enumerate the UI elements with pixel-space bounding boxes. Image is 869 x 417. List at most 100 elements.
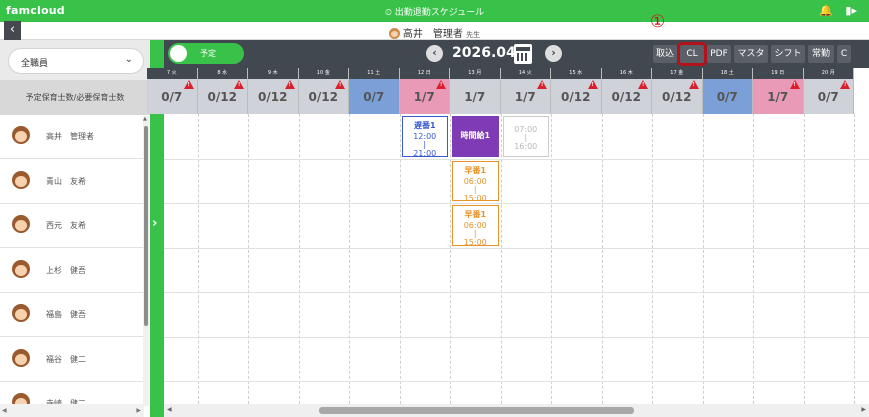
staff-row[interactable]: 福島 健吾 [0, 293, 144, 337]
staff-scrollbar[interactable]: ▲ [143, 116, 149, 406]
warning-icon [335, 80, 345, 89]
staff-row[interactable]: 西元 友希 [0, 204, 144, 248]
shift-end-time: 21:00 [413, 149, 437, 158]
warning-icon [789, 80, 800, 89]
staff-row[interactable]: 青山 友希 [0, 160, 144, 204]
day-column-header[interactable]: 19 日 1/7 [753, 68, 804, 114]
grid-row-line [164, 381, 869, 382]
scroll-left-icon[interactable]: ◀ [2, 407, 7, 414]
day-column-header[interactable]: 7 火 0/7 [147, 68, 198, 114]
day-label: 14 火 [500, 68, 550, 79]
page-title-text: 出勤退勤スケジュール [394, 8, 485, 18]
shift-block[interactable]: 早番1 06:00 | 15:00 [452, 160, 499, 203]
grid-hscrollbar-thumb[interactable] [319, 407, 634, 414]
shift-block[interactable]: 07:00 | 16:00 [502, 116, 549, 157]
calendar-icon[interactable] [514, 44, 532, 64]
user-role: 先生 [466, 31, 481, 39]
grid-row-line [164, 247, 869, 249]
staff-name: 上杉 健吾 [46, 265, 86, 275]
grid-column-line [854, 114, 855, 404]
toolbar-button-取込[interactable]: 取込 [653, 45, 677, 63]
day-label: 16 木 [601, 68, 651, 79]
day-column-header[interactable]: 20 月 0/7 [803, 68, 854, 114]
day-label: 15 水 [551, 68, 601, 79]
staff-avatar [12, 170, 30, 189]
day-column-header[interactable]: 16 木 0/12 [601, 68, 652, 114]
shift-block[interactable]: 時間給1 [452, 116, 499, 157]
grid-column-line [652, 114, 653, 404]
staff-ratio: 0/12 [561, 90, 591, 104]
annotation-marker: ① [650, 12, 666, 32]
shift-name: 早番1 [464, 210, 487, 219]
next-month-button[interactable]: › [545, 45, 562, 62]
day-label: 10 金 [298, 68, 348, 79]
staff-filter-select[interactable]: 全職員 ⌄ [8, 48, 144, 74]
plan-toggle-label: 予定 [200, 49, 216, 58]
day-label: 11 土 [349, 68, 399, 79]
toolbar-button-マスタ[interactable]: マスタ [734, 45, 768, 63]
staff-name: 福島 健吾 [46, 310, 86, 319]
toolbar-button-cl[interactable]: CL [677, 42, 707, 66]
shift-name: 時間給1 [460, 131, 491, 140]
staff-row[interactable]: 上杉 健吾 [0, 249, 144, 293]
grid-row-line [164, 203, 869, 204]
scroll-right-icon[interactable]: ▶ [136, 407, 141, 414]
schedule-toolbar: 予定 ‹ 2026.04 › 取込 CL PDF マスタ シフト 常勤 C [164, 40, 869, 68]
day-column-header[interactable]: 15 水 0/12 [551, 68, 602, 114]
grid-column-line [349, 114, 350, 404]
shift-block[interactable]: 遅番1 12:00 | 21:00 [401, 116, 448, 158]
clock-icon: ⏲ [384, 8, 392, 18]
day-column-header[interactable]: 17 金 0/12 [652, 68, 703, 114]
staff-ratio: 0/7 [161, 90, 183, 104]
schedule-screen: famcloud ⏲ 出勤退勤スケジュール 🔔 ▮▸ 高井 管理者 先生 ‹ 全… [0, 0, 869, 417]
day-column-header[interactable]: 11 土 0/7 [349, 68, 400, 114]
grid-column-line [551, 114, 552, 404]
day-column-header[interactable]: 14 火 1/7 [500, 68, 551, 114]
day-column-header[interactable]: 18 土 0/7 [702, 68, 753, 114]
scroll-right-icon[interactable]: ▶ [861, 406, 866, 413]
grid-column-line [753, 114, 754, 404]
plan-toggle[interactable]: 予定 [168, 43, 244, 64]
day-column-header[interactable]: 8 水 0/12 [197, 68, 248, 114]
staff-ratio: 1/7 [464, 90, 486, 104]
toolbar-button-シフト[interactable]: シフト [771, 45, 805, 63]
toolbar-button-常勤[interactable]: 常勤 [808, 45, 834, 63]
day-label: 13 月 [450, 68, 500, 79]
staff-row[interactable]: 高井 管理者 [0, 115, 144, 159]
grid-hscrollbar[interactable]: ◀ ▶ [164, 404, 869, 417]
warning-icon [234, 80, 244, 89]
grid-row-line [164, 336, 869, 338]
staff-avatar [12, 304, 30, 322]
shift-end-time: 16:00 [514, 142, 538, 151]
grid-column-line [399, 114, 401, 404]
staff-row[interactable]: 福谷 健二 [0, 338, 144, 382]
day-column-header[interactable]: 9 木 0/12 [248, 68, 299, 114]
shift-name: 早番1 [464, 165, 487, 175]
warning-icon [537, 80, 547, 89]
staff-scrollbar-thumb[interactable] [144, 126, 148, 326]
warning-icon [840, 80, 850, 89]
bell-icon[interactable]: 🔔 [819, 4, 833, 17]
grid-column-line [702, 114, 704, 404]
toolbar-button-c[interactable]: C [837, 45, 851, 63]
toggle-knob [170, 45, 187, 62]
warning-icon [587, 80, 598, 89]
warning-icon [183, 80, 194, 89]
shift-end-time: 15:00 [463, 238, 487, 247]
back-button[interactable]: ‹ [4, 21, 21, 40]
scroll-up-icon[interactable]: ▲ [143, 116, 147, 122]
logout-icon[interactable]: ▮▸ [845, 4, 857, 17]
filter-area: 全職員 ⌄ [0, 40, 150, 80]
staff-ratio: 0/12 [258, 90, 288, 104]
day-column-header[interactable]: 13 月 1/7 [450, 68, 501, 114]
staff-ratio: 1/7 [514, 90, 536, 104]
scroll-left-icon[interactable]: ◀ [167, 406, 172, 413]
day-column-header[interactable]: 12 日 1/7 [399, 68, 450, 114]
chevron-left-icon: ‹ [9, 22, 16, 37]
shift-block[interactable]: 早番1 06:00 | 15:00 [452, 205, 499, 247]
staff-hscrollbar[interactable]: ◀ ▶ [0, 404, 144, 417]
day-column-header[interactable]: 10 金 0/12 [298, 68, 349, 114]
prev-month-button[interactable]: ‹ [426, 45, 443, 62]
grid-column-line [500, 114, 502, 404]
toolbar-button-pdf[interactable]: PDF [707, 45, 731, 63]
